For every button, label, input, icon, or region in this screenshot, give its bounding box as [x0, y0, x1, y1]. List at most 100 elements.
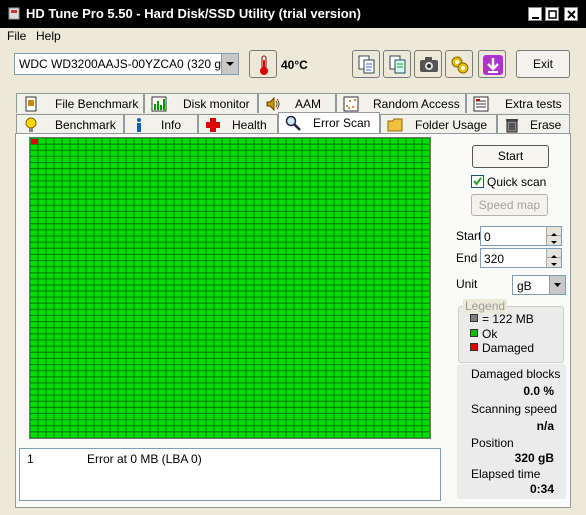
damaged-blocks-label: Damaged blocks	[471, 367, 561, 381]
log-index: 1	[27, 452, 34, 466]
legend-title: Legend	[463, 299, 508, 313]
error-log[interactable]: 1 Error at 0 MB (LBA 0)	[19, 448, 441, 501]
unit-label: Unit	[456, 277, 478, 291]
minimize-icon	[532, 17, 539, 19]
tab-label: Disk monitor	[183, 97, 250, 111]
tools-icon	[451, 56, 469, 74]
drive-select-value: WDC WD3200AAJS-00YZCA0 (320 gB)	[19, 57, 234, 71]
tab-error-scan[interactable]: Error Scan	[278, 112, 380, 134]
elapsed-time-label: Elapsed time	[471, 467, 541, 481]
start-input-value: 0	[484, 230, 491, 244]
folder-icon	[387, 118, 403, 132]
menu-file[interactable]: File	[7, 29, 26, 43]
spin-up-icon[interactable]	[546, 249, 561, 258]
camera-icon	[420, 57, 438, 72]
title-bar: HD Tune Pro 5.50 - Hard Disk/SSD Utility…	[0, 0, 586, 28]
tab-random-access[interactable]: Random Access	[336, 93, 466, 113]
tab-label: Benchmark	[55, 118, 116, 132]
unit-select[interactable]: gB	[512, 275, 566, 295]
app-icon	[8, 7, 20, 20]
tab-label: Info	[161, 118, 182, 132]
exit-button[interactable]: Exit	[516, 50, 570, 78]
lightbulb-icon	[25, 117, 37, 132]
copy-all-button[interactable]	[383, 50, 411, 78]
chevron-down-icon[interactable]	[221, 54, 238, 74]
copy-text-button[interactable]	[352, 50, 380, 78]
damaged-blocks-value: 0.0 %	[523, 384, 554, 398]
speed-map-button[interactable]: Speed map	[471, 194, 548, 216]
save-button[interactable]	[478, 50, 506, 78]
log-message: Error at 0 MB (LBA 0)	[87, 452, 202, 466]
info-icon	[137, 118, 141, 132]
tab-extra-tests[interactable]: Extra tests	[466, 93, 570, 113]
end-input[interactable]: 320	[480, 248, 562, 268]
legend-ok-label: Ok	[482, 327, 498, 341]
trash-icon	[506, 119, 518, 133]
extra-tests-icon	[473, 96, 489, 112]
tab-disk-monitor[interactable]: Disk monitor	[144, 93, 258, 113]
tab-label: Folder Usage	[415, 118, 488, 132]
options-button[interactable]	[445, 50, 473, 78]
menu-bar: File Help	[0, 28, 586, 44]
tab-erase[interactable]: Erase	[497, 114, 570, 134]
start-field-label: Start	[456, 229, 482, 243]
spin-up-icon[interactable]	[546, 227, 561, 236]
chevron-down-icon[interactable]	[549, 276, 565, 294]
temperature-value: 40°C	[281, 58, 308, 72]
tab-aam[interactable]: AAM	[258, 93, 336, 113]
tab-health[interactable]: Health	[198, 114, 278, 134]
block-swatch-icon	[470, 314, 478, 322]
legend-block-size-label: = 122 MB	[482, 312, 534, 326]
scanning-speed-value: n/a	[536, 419, 554, 433]
start-button[interactable]: Start	[472, 145, 549, 168]
tab-folder-usage[interactable]: Folder Usage	[380, 114, 497, 134]
copy-all-icon	[389, 55, 406, 74]
tab-label: Error Scan	[313, 116, 371, 130]
copy-text-icon	[358, 55, 375, 74]
tab-label: Extra tests	[505, 97, 562, 111]
window-title: HD Tune Pro 5.50 - Hard Disk/SSD Utility…	[26, 6, 361, 21]
position-value: 320 gB	[514, 451, 554, 465]
menu-help[interactable]: Help	[36, 29, 61, 43]
block-map-grid	[30, 138, 430, 438]
position-label: Position	[471, 436, 514, 450]
quick-scan-label: Quick scan	[487, 175, 547, 189]
start-input[interactable]: 0	[480, 226, 562, 246]
end-field-label: End	[456, 251, 478, 265]
tab-benchmark[interactable]: Benchmark	[16, 114, 124, 134]
tab-label: AAM	[295, 97, 322, 111]
close-icon	[567, 10, 576, 19]
close-button[interactable]	[564, 7, 578, 21]
download-arrow-icon	[483, 55, 503, 75]
thermometer-icon	[260, 55, 268, 75]
speaker-icon	[266, 96, 280, 112]
maximize-icon	[548, 10, 557, 19]
block-map	[29, 137, 431, 439]
end-input-value: 320	[484, 252, 505, 266]
damaged-swatch-icon	[470, 343, 478, 351]
tab-info[interactable]: Info	[124, 114, 198, 134]
file-benchmark-icon	[25, 96, 37, 112]
scanning-speed-label: Scanning speed	[471, 402, 558, 416]
disk-monitor-icon	[151, 96, 167, 112]
screenshot-button[interactable]	[414, 50, 442, 78]
spin-down-icon[interactable]	[546, 236, 561, 245]
health-cross-icon	[206, 118, 220, 132]
minimize-button[interactable]	[528, 7, 542, 21]
unit-select-value: gB	[517, 279, 532, 293]
tab-label: Random Access	[373, 97, 460, 111]
legend-damaged-label: Damaged	[482, 341, 535, 355]
tab-file-benchmark[interactable]: File Benchmark	[16, 93, 144, 113]
temperature-button[interactable]	[249, 50, 277, 78]
quick-scan-checkbox[interactable]	[471, 175, 484, 188]
tab-label: Health	[232, 118, 267, 132]
checkmark-icon	[473, 177, 482, 186]
drive-select[interactable]: WDC WD3200AAJS-00YZCA0 (320 gB)	[14, 53, 239, 75]
magnifier-icon	[285, 115, 301, 131]
tab-label: File Benchmark	[55, 97, 139, 111]
maximize-button[interactable]	[545, 7, 559, 21]
damaged-block	[31, 139, 38, 145]
elapsed-time-value: 0:34	[529, 482, 554, 496]
spin-down-icon[interactable]	[546, 258, 561, 267]
ok-swatch-icon	[470, 329, 478, 337]
